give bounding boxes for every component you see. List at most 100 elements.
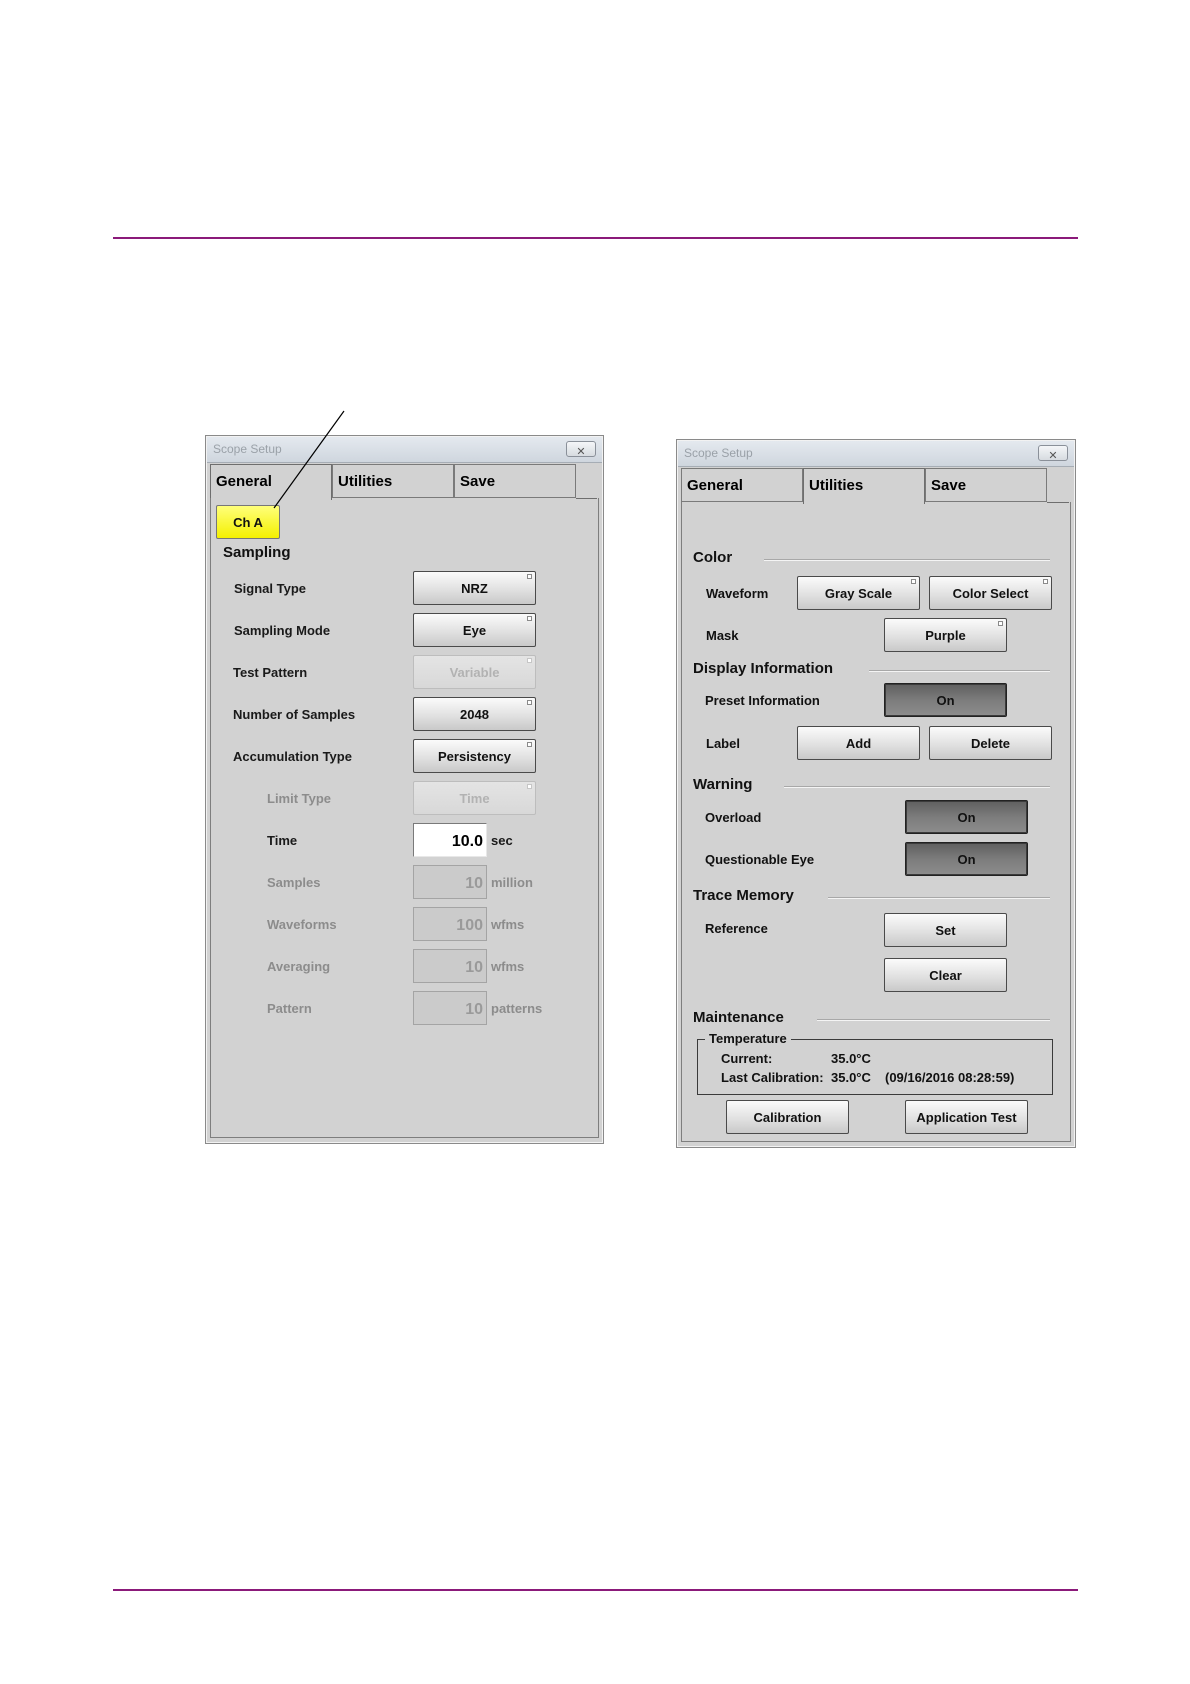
close-icon: ✕ xyxy=(1048,450,1058,462)
calibration-button[interactable]: Calibration xyxy=(726,1100,849,1134)
tab-utilities[interactable]: Utilities xyxy=(803,468,925,504)
tab-utilities[interactable]: Utilities xyxy=(332,464,454,498)
button-label: Variable xyxy=(449,664,500,680)
number-of-samples-button[interactable]: 2048 xyxy=(413,697,536,731)
tab-label: Save xyxy=(931,477,967,494)
button-label: Set xyxy=(935,922,956,938)
display-information-section-title: Display Information xyxy=(693,660,834,677)
number-of-samples-label: Number of Samples xyxy=(233,707,356,722)
button-label: Application Test xyxy=(916,1109,1017,1125)
button-label: Calibration xyxy=(753,1109,822,1125)
sampling-mode-button[interactable]: Eye xyxy=(413,613,536,647)
limit-type-label: Limit Type xyxy=(267,791,332,806)
current-temperature-label: Current: xyxy=(721,1051,773,1066)
gray-scale-button[interactable]: Gray Scale xyxy=(797,576,920,610)
trace-memory-separator xyxy=(828,897,1050,899)
button-label: Purple xyxy=(925,627,966,643)
channel-label: Ch A xyxy=(233,514,263,530)
temperature-group-title: Temperature xyxy=(705,1031,791,1046)
title-bar[interactable]: Scope Setup ✕ xyxy=(678,441,1074,467)
window-title: Scope Setup xyxy=(684,446,753,460)
preset-information-toggle[interactable]: On xyxy=(884,683,1007,717)
maintenance-separator xyxy=(817,1019,1050,1021)
close-button[interactable]: ✕ xyxy=(566,441,596,458)
button-label: Time xyxy=(459,790,490,806)
averaging-unit: wfms xyxy=(491,959,525,974)
samples-input[interactable]: 10 xyxy=(413,865,487,899)
scope-setup-general-window: Scope Setup ✕ General Utilities Save Ch … xyxy=(205,435,604,1144)
tab-label: Utilities xyxy=(809,477,864,494)
mask-label: Mask xyxy=(706,628,739,643)
averaging-label: Averaging xyxy=(267,959,331,974)
current-temperature-value: 35.0°C xyxy=(831,1051,871,1066)
waveform-label: Waveform xyxy=(706,586,769,601)
warning-section-title: Warning xyxy=(693,776,753,793)
color-section-title: Color xyxy=(693,549,733,566)
pattern-unit: patterns xyxy=(491,1001,543,1016)
signal-type-label: Signal Type xyxy=(234,581,306,596)
last-calibration-value: 35.0°C xyxy=(831,1070,871,1085)
tab-save[interactable]: Save xyxy=(925,468,1047,502)
button-label: Clear xyxy=(929,967,962,983)
button-label: Add xyxy=(845,735,872,751)
tab-label: General xyxy=(687,477,743,494)
footer-rule xyxy=(113,1589,1078,1591)
pattern-label: Pattern xyxy=(267,1001,312,1016)
header-rule xyxy=(113,237,1078,239)
display-information-separator xyxy=(869,670,1050,672)
preset-information-label: Preset Information xyxy=(705,693,820,708)
scope-setup-utilities-window: Scope Setup ✕ General Utilities Save Col… xyxy=(676,439,1076,1148)
mask-color-button[interactable]: Purple xyxy=(884,618,1007,652)
tab-label: Utilities xyxy=(338,473,393,490)
button-label: Gray Scale xyxy=(824,585,893,601)
signal-type-button[interactable]: NRZ xyxy=(413,571,536,605)
button-label: On xyxy=(957,851,976,867)
test-pattern-label: Test Pattern xyxy=(233,665,308,680)
time-input[interactable]: 10.0 xyxy=(413,823,487,857)
delete-label-button[interactable]: Delete xyxy=(929,726,1052,760)
questionable-eye-toggle[interactable]: On xyxy=(905,842,1028,876)
overload-warning-toggle[interactable]: On xyxy=(905,800,1028,834)
trace-memory-section-title: Trace Memory xyxy=(693,887,794,904)
test-pattern-button[interactable]: Variable xyxy=(413,655,536,689)
button-label: Persistency xyxy=(438,748,511,764)
button-label: On xyxy=(936,692,955,708)
waveforms-unit: wfms xyxy=(491,917,525,932)
warning-separator xyxy=(784,786,1050,788)
title-bar[interactable]: Scope Setup ✕ xyxy=(207,437,602,463)
pattern-input[interactable]: 10 xyxy=(413,991,487,1025)
color-select-button[interactable]: Color Select xyxy=(929,576,1052,610)
close-button[interactable]: ✕ xyxy=(1038,445,1068,462)
accumulation-type-button[interactable]: Persistency xyxy=(413,739,536,773)
waveforms-input[interactable]: 100 xyxy=(413,907,487,941)
tab-label: General xyxy=(216,473,272,490)
application-test-button[interactable]: Application Test xyxy=(905,1100,1028,1134)
overload-label: Overload xyxy=(705,810,762,825)
waveforms-label: Waveforms xyxy=(267,917,337,932)
clear-reference-button[interactable]: Clear xyxy=(884,958,1007,992)
button-label: Color Select xyxy=(952,585,1029,601)
time-unit: sec xyxy=(491,833,513,848)
accumulation-type-label: Accumulation Type xyxy=(233,749,352,764)
add-label-button[interactable]: Add xyxy=(797,726,920,760)
samples-label: Samples xyxy=(267,875,321,890)
tab-label: Save xyxy=(460,473,496,490)
button-label: Eye xyxy=(462,622,487,638)
window-title: Scope Setup xyxy=(213,442,282,456)
last-calibration-label: Last Calibration: xyxy=(721,1070,824,1085)
tab-save[interactable]: Save xyxy=(454,464,576,498)
button-label: 2048 xyxy=(460,706,489,722)
limit-type-button[interactable]: Time xyxy=(413,781,536,815)
set-reference-button[interactable]: Set xyxy=(884,913,1007,947)
averaging-input[interactable]: 10 xyxy=(413,949,487,983)
time-label: Time xyxy=(267,833,298,848)
sampling-section-title: Sampling xyxy=(223,544,291,561)
tab-general[interactable]: General xyxy=(210,464,332,500)
temperature-group xyxy=(697,1039,1053,1095)
channel-a-button[interactable]: Ch A xyxy=(216,505,280,539)
button-label: NRZ xyxy=(461,580,488,596)
button-label: On xyxy=(957,809,976,825)
tab-general[interactable]: General xyxy=(681,468,803,502)
color-separator xyxy=(764,559,1050,561)
questionable-eye-label: Questionable Eye xyxy=(705,852,815,867)
